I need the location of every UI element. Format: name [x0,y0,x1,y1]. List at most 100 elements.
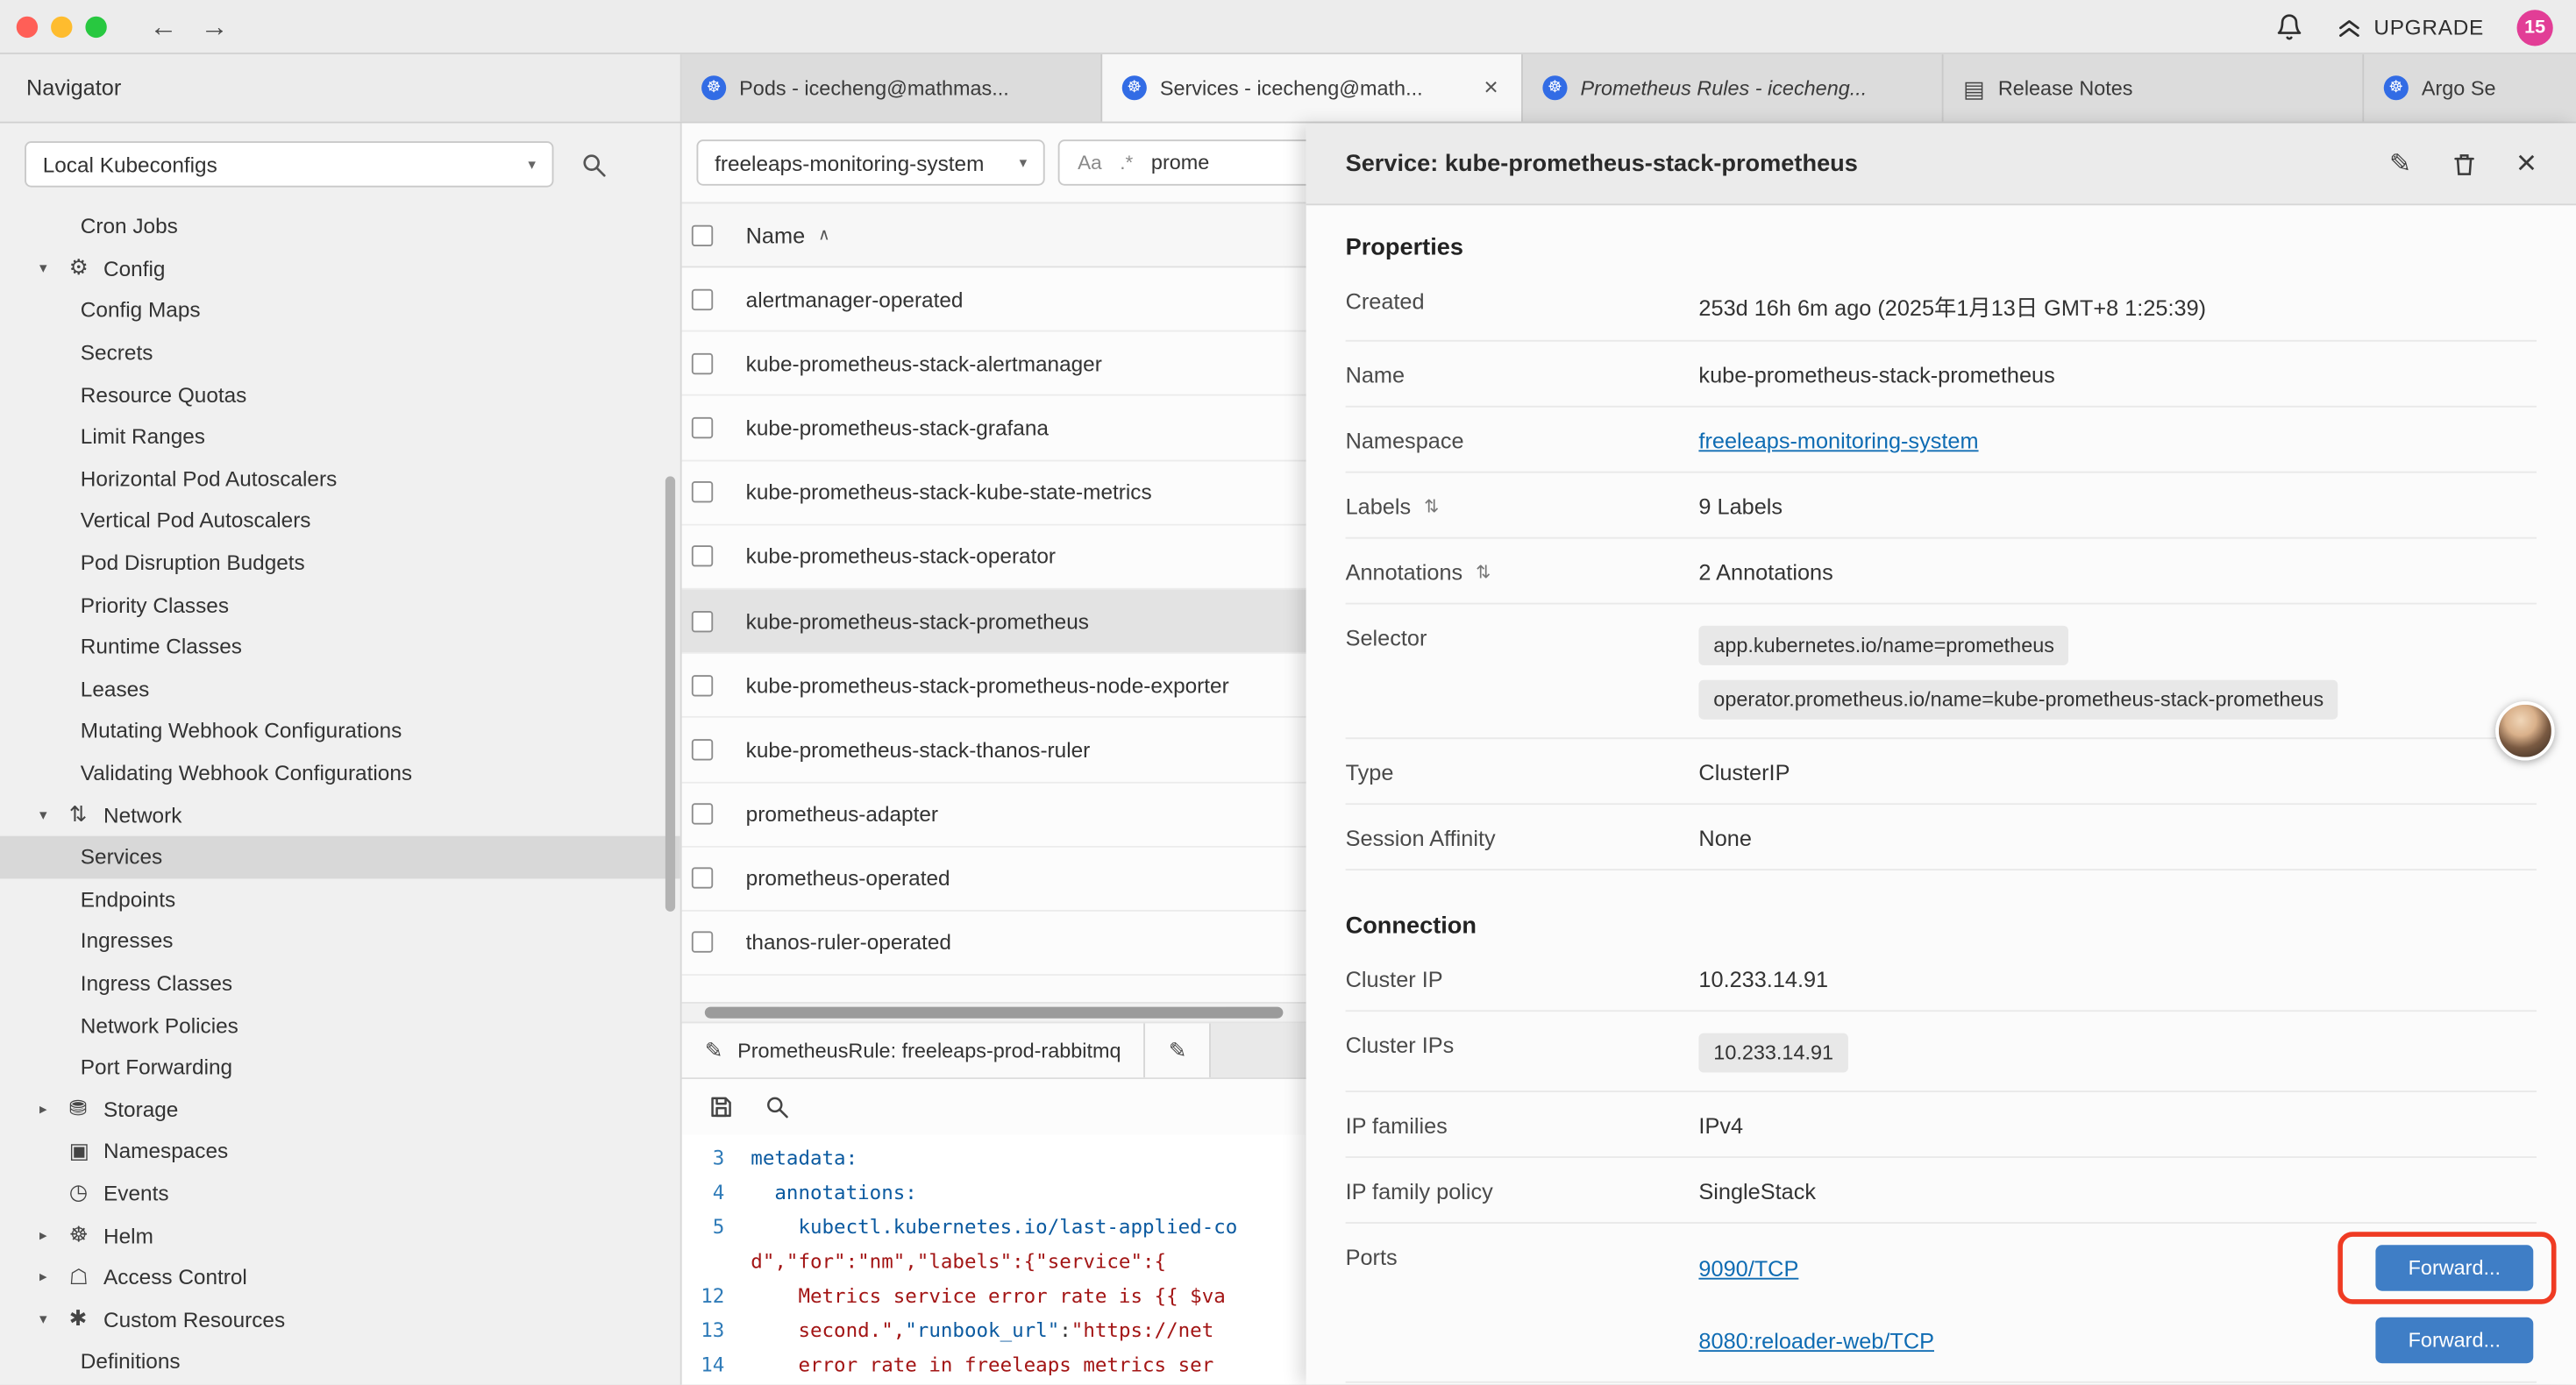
save-button[interactable] [708,1094,735,1120]
sidebar-item-secrets[interactable]: Secrets [0,331,680,373]
sidebar-item-services[interactable]: Services [0,836,680,878]
tab-services-icecheng-math[interactable]: ☸Services - icecheng@math...× [1102,54,1523,122]
upgrade-button[interactable]: UPGRADE [2336,14,2484,40]
sidebar-item-label: Access Control [103,1265,247,1289]
sidebar-item-label: Port Forwarding [81,1055,232,1079]
sidebar-item-runtime-classes[interactable]: Runtime Classes [0,626,680,668]
row-checkbox[interactable] [692,803,713,824]
sidebar-item-access-control[interactable]: ▸☖Access Control [0,1256,680,1298]
sidebar-search-button[interactable] [580,150,608,178]
forward-button[interactable]: Forward... [2375,1318,2533,1363]
row-checkbox[interactable] [692,546,713,567]
forward-button[interactable]: Forward... [2375,1245,2533,1290]
chevron-down-icon[interactable]: ▾ [39,1310,69,1329]
namespace-link[interactable]: freeleaps-monitoring-system [1698,429,1978,453]
back-button[interactable]: ← [150,12,178,40]
sidebar-item-mutating-webhook-configurations[interactable]: Mutating Webhook Configurations [0,710,680,752]
sidebar-item-network-policies[interactable]: Network Policies [0,1004,680,1046]
row-checkbox[interactable] [692,417,713,438]
chevron-down-icon[interactable]: ▾ [39,259,69,278]
editor-search-button[interactable] [764,1094,790,1120]
chevron-right-icon[interactable]: ▸ [39,1226,69,1245]
row-checkbox[interactable] [692,932,713,953]
select-all-checkbox[interactable] [692,224,713,245]
drawer-row-type: TypeClusterIP [1346,739,2537,805]
search-query-text: prome [1151,151,1209,174]
sidebar-item-helm[interactable]: ▸☸Helm [0,1214,680,1256]
chevron-down-icon[interactable]: ▾ [39,806,69,824]
sidebar-item-horizontal-pod-autoscalers[interactable]: Horizontal Pod Autoscalers [0,458,680,500]
edit-resource-button[interactable]: ✎ [2389,147,2411,180]
port-link[interactable]: 8080:reloader-web/TCP [1698,1328,1934,1353]
chevron-right-icon[interactable]: ▸ [39,1100,69,1119]
row-checkbox[interactable] [692,868,713,889]
zoom-window-button[interactable] [85,16,106,37]
name-column-header[interactable]: Name ∧ [746,223,830,247]
sidebar-item-port-forwarding[interactable]: Port Forwarding [0,1046,680,1088]
minimize-window-button[interactable] [51,16,72,37]
sidebar-item-ingresses[interactable]: Ingresses [0,920,680,962]
tab-release-notes[interactable]: ▤Release Notes [1944,54,2365,122]
field-label: Cluster IPs [1346,1030,1699,1058]
service-name: kube-prometheus-stack-alertmanager [746,352,1102,376]
close-window-button[interactable] [17,16,38,37]
delete-resource-button[interactable] [2451,150,2477,176]
row-checkbox[interactable] [692,610,713,631]
sidebar-item-ingress-classes[interactable]: Ingress Classes [0,962,680,1004]
kubernetes-icon: ☸ [1542,75,1567,100]
sidebar-item-definitions[interactable]: Definitions [0,1340,680,1382]
row-checkbox[interactable] [692,288,713,309]
config-icon: ⚙ [69,255,103,281]
sidebar-item-priority-classes[interactable]: Priority Classes [0,584,680,626]
value-badge: app.kubernetes.io/name=prometheus [1698,626,2068,665]
sidebar-item-config-maps[interactable]: Config Maps [0,289,680,331]
sidebar-item-resource-quotas[interactable]: Resource Quotas [0,373,680,416]
horizontal-scrollbar-thumb[interactable] [705,1007,1284,1019]
notification-count-badge[interactable]: 15 [2517,9,2553,45]
service-name: thanos-ruler-operated [746,930,951,955]
sidebar-item-config[interactable]: ▾⚙Config [0,247,680,289]
code-segment: "https://net [1071,1319,1213,1342]
tab-close-icon[interactable]: × [1481,74,1502,102]
sidebar-item-cron-jobs[interactable]: Cron Jobs [0,205,680,247]
match-case-toggle[interactable]: Aa [1078,151,1102,174]
user-avatar[interactable] [2495,701,2554,760]
sidebar-item-label: Storage [103,1097,178,1121]
row-checkbox[interactable] [692,739,713,760]
sidebar-item-endpoints[interactable]: Endpoints [0,878,680,920]
drawer-row-cluster-ip: Cluster IP10.233.14.91 [1346,946,2537,1012]
sidebar-item-vertical-pod-autoscalers[interactable]: Vertical Pod Autoscalers [0,500,680,542]
sidebar-item-limit-ranges[interactable]: Limit Ranges [0,416,680,458]
row-checkbox[interactable] [692,352,713,373]
sidebar-item-namespaces[interactable]: ▣Namespaces [0,1130,680,1172]
tab-prometheus-rules-icecheng[interactable]: ☸Prometheus Rules - icecheng... [1523,54,1944,122]
chevron-right-icon[interactable]: ▸ [39,1268,69,1287]
sidebar-item-custom-resources[interactable]: ▾✱Custom Resources [0,1298,680,1340]
namespace-selector[interactable]: freeleaps-monitoring-system ▾ [696,139,1044,185]
dock-tab-partial[interactable]: ✎ [1146,1023,1212,1077]
close-drawer-button[interactable]: × [2516,146,2537,181]
forward-button[interactable]: → [201,12,229,40]
kubeconfig-selector[interactable]: Local Kubeconfigs ▾ [25,141,553,187]
tab-argo-se[interactable]: ☸Argo Se [2364,54,2576,122]
sidebar-item-events[interactable]: ◷Events [0,1172,680,1214]
sidebar-item-network[interactable]: ▾⇅Network [0,794,680,836]
sidebar-scrollbar-thumb[interactable] [665,476,675,912]
tab-pods-icecheng-mathmas[interactable]: ☸Pods - icecheng@mathmas... [682,54,1103,122]
expand-toggle-icon[interactable]: ⇅ [1424,496,1439,517]
notifications-bell-icon[interactable] [2275,13,2303,41]
port-row: 8080:reloader-web/TCP Forward... [1698,1318,2537,1363]
code-segment: metadata: [751,1147,857,1169]
drawer-row-name: Namekube-prometheus-stack-prometheus [1346,342,2537,408]
row-checkbox[interactable] [692,675,713,696]
dock-tab-prometheusrule[interactable]: ✎ PrometheusRule: freeleaps-prod-rabbitm… [682,1023,1146,1077]
sidebar-item-pod-disruption-budgets[interactable]: Pod Disruption Budgets [0,542,680,584]
regex-toggle[interactable]: .* [1120,151,1133,174]
sidebar-item-leases[interactable]: Leases [0,668,680,710]
expand-toggle-icon[interactable]: ⇅ [1476,562,1491,583]
port-link[interactable]: 9090/TCP [1698,1255,1798,1280]
row-checkbox[interactable] [692,481,713,502]
sidebar-item-validating-webhook-configurations[interactable]: Validating Webhook Configurations [0,752,680,794]
field-value: IPv4 [1698,1111,2537,1139]
sidebar-item-storage[interactable]: ▸⛃Storage [0,1088,680,1130]
